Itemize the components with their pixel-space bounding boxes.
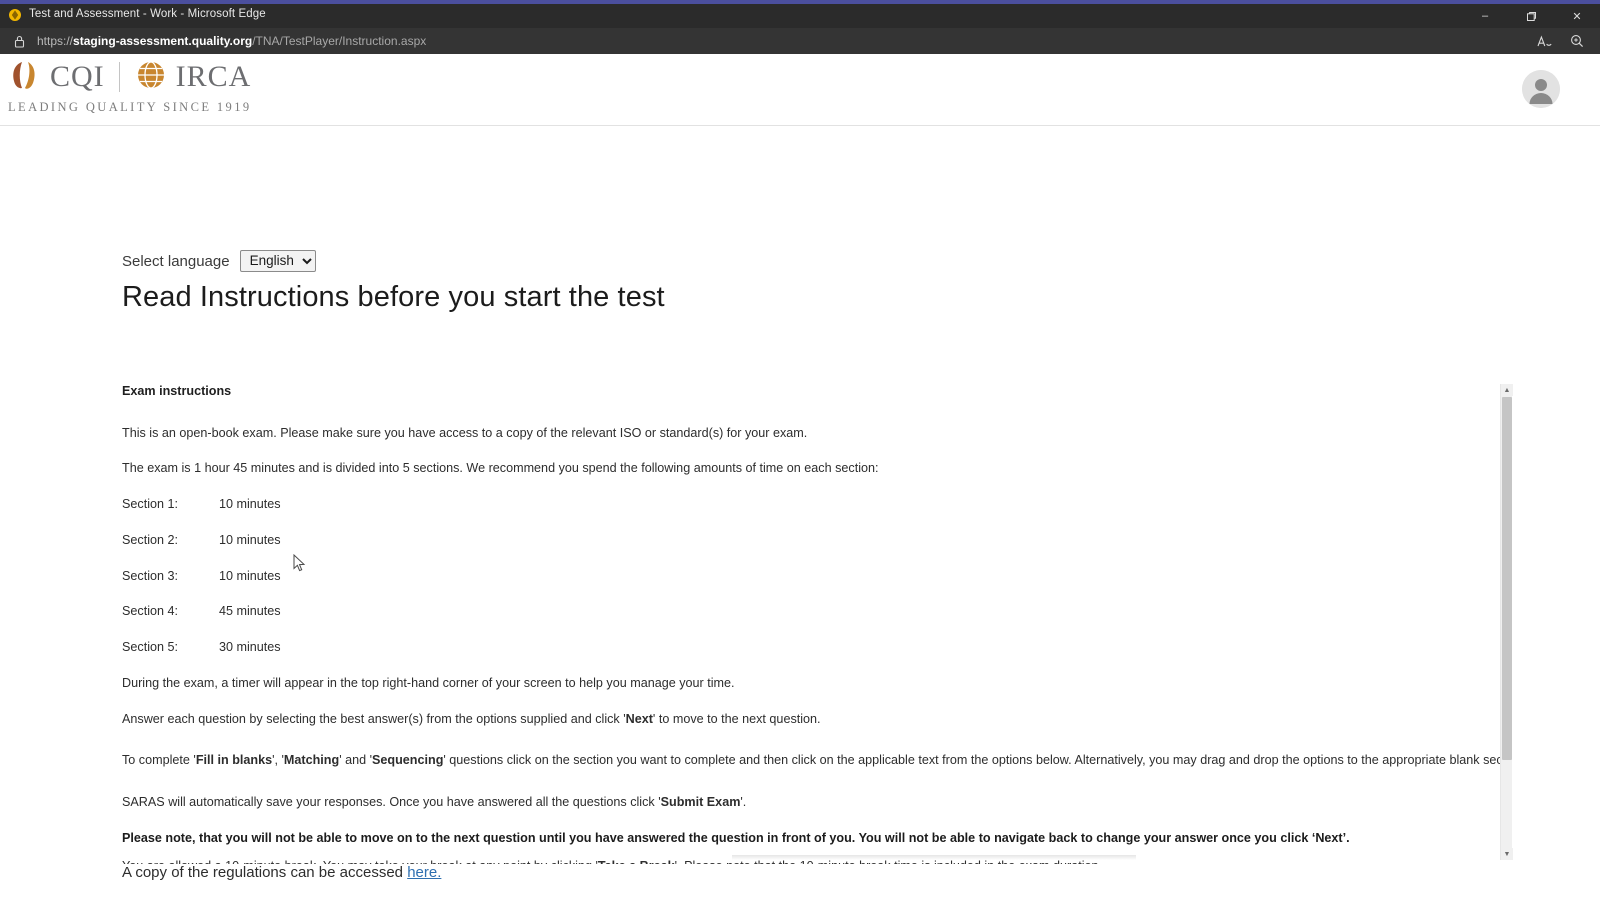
instruction-answer: Answer each question by selecting the be…	[122, 712, 1512, 728]
address-bar[interactable]: https://staging-assessment.quality.org/T…	[0, 28, 1600, 54]
instruction-complete: To complete 'Fill in blanks', 'Matching'…	[122, 753, 1512, 769]
scroll-down-icon[interactable]: ▼	[1501, 848, 1513, 860]
section-time: 10 minutes	[219, 568, 281, 583]
section-name: Section 5:	[122, 640, 179, 655]
scrollbar-thumb[interactable]	[1502, 397, 1512, 760]
instructions-scrollbar[interactable]: ▲ ▼	[1500, 384, 1513, 860]
instruction-saras: SARAS will automatically save your respo…	[122, 795, 1512, 811]
answer-text-c: ' to move to the next question.	[652, 711, 821, 726]
window-controls: – ✕	[1462, 4, 1600, 28]
section-time: 10 minutes	[219, 532, 281, 547]
window-titlebar: Test and Assessment - Work - Microsoft E…	[0, 0, 1600, 28]
address-url[interactable]: https://staging-assessment.quality.org/T…	[37, 34, 426, 48]
instructions-scroll-area[interactable]: Exam instructions This is an open-book e…	[122, 384, 1512, 864]
edge-icon	[8, 8, 22, 22]
logo-tagline: LEADING QUALITY SINCE 1919	[8, 100, 252, 114]
complete-text-c: ', '	[272, 753, 284, 768]
cqi-wordmark: CQI	[50, 60, 105, 93]
cqi-mark-icon	[8, 59, 50, 96]
take-a-break-mention: Take a Break	[598, 859, 675, 864]
url-protocol: https://	[37, 34, 74, 48]
irca-globe-icon	[134, 59, 176, 96]
page-title: Read Instructions before you start the t…	[122, 281, 665, 313]
section-time-row: Section 2: 10 minutes	[122, 533, 1512, 549]
cqi-irca-logo: CQI IRCA LEADING QUALITY SINCE 1919	[8, 60, 252, 115]
fill-in-blanks-mention: Fill in blanks	[195, 753, 273, 768]
instructions-heading: Exam instructions	[122, 384, 232, 398]
instructions-body: Exam instructions This is an open-book e…	[122, 384, 1512, 864]
matching-mention: Matching	[283, 753, 340, 768]
url-host: staging-assessment.quality.org	[73, 34, 253, 48]
screen: Test and Assessment - Work - Microsoft E…	[0, 0, 1600, 899]
section-time: 30 minutes	[219, 640, 281, 655]
saras-text-c: '.	[740, 795, 747, 810]
instruction-timer: During the exam, a timer will appear in …	[122, 675, 735, 690]
lock-icon	[14, 35, 25, 48]
titlebar-accent-strip	[0, 0, 1600, 4]
language-label: Select language	[122, 252, 230, 270]
minimize-button[interactable]: –	[1462, 4, 1508, 28]
url-path: /TNA/TestPlayer/Instruction.aspx	[252, 34, 427, 48]
window-title: Test and Assessment - Work - Microsoft E…	[29, 8, 266, 20]
answer-text-a: Answer each question by selecting the be…	[122, 711, 626, 726]
section-name: Section 1:	[122, 497, 179, 512]
restore-button[interactable]	[1508, 4, 1554, 28]
section-time: 45 minutes	[219, 604, 281, 619]
address-bar-actions	[1537, 28, 1592, 54]
mouse-cursor	[293, 553, 306, 578]
section-name: Section 3:	[122, 568, 179, 583]
scroll-up-icon[interactable]: ▲	[1501, 384, 1513, 396]
logo-divider	[118, 62, 120, 92]
complete-text-g: ' questions click on the section you wan…	[443, 753, 1512, 768]
complete-text-e: ' and '	[339, 753, 373, 768]
irca-wordmark: IRCA	[175, 60, 252, 93]
language-selector-row: Select language English	[122, 250, 316, 272]
read-aloud-icon[interactable]	[1537, 34, 1552, 48]
instruction-duration: The exam is 1 hour 45 minutes and is div…	[122, 461, 879, 476]
next-button-mention: Next	[625, 711, 653, 726]
sequencing-mention: Sequencing	[372, 753, 444, 768]
section-time-row: Section 3: 10 minutes	[122, 569, 1512, 585]
submit-exam-mention: Submit Exam	[660, 795, 741, 810]
panel-shadow-band	[732, 855, 1136, 860]
user-avatar-icon[interactable]	[1522, 70, 1560, 108]
language-select[interactable]: English	[239, 250, 316, 272]
section-time-row: Section 1: 10 minutes	[122, 497, 1512, 513]
section-time: 10 minutes	[219, 497, 281, 512]
regulations-text: A copy of the regulations can be accesse…	[122, 864, 408, 881]
zoom-icon[interactable]	[1570, 34, 1584, 48]
section-time-row: Section 5: 30 minutes	[122, 640, 1512, 656]
section-time-row: Section 4: 45 minutes	[122, 604, 1512, 620]
complete-text-a: To complete '	[122, 753, 196, 768]
saras-text-a: SARAS will automatically save your respo…	[122, 795, 661, 810]
section-name: Section 2:	[122, 532, 179, 547]
instruction-note: Please note, that you will not be able t…	[122, 830, 1350, 845]
section-name: Section 4:	[122, 604, 179, 619]
regulations-line: A copy of the regulations can be accesse…	[122, 864, 441, 881]
site-header: CQI IRCA LEADING QUALITY SINCE 1919	[0, 54, 1600, 126]
close-button[interactable]: ✕	[1554, 4, 1600, 28]
instruction-open-book: This is an open-book exam. Please make s…	[122, 425, 808, 440]
regulations-link[interactable]: here.	[407, 864, 441, 881]
page-viewport: CQI IRCA LEADING QUALITY SINCE 1919 Sele…	[0, 54, 1600, 899]
